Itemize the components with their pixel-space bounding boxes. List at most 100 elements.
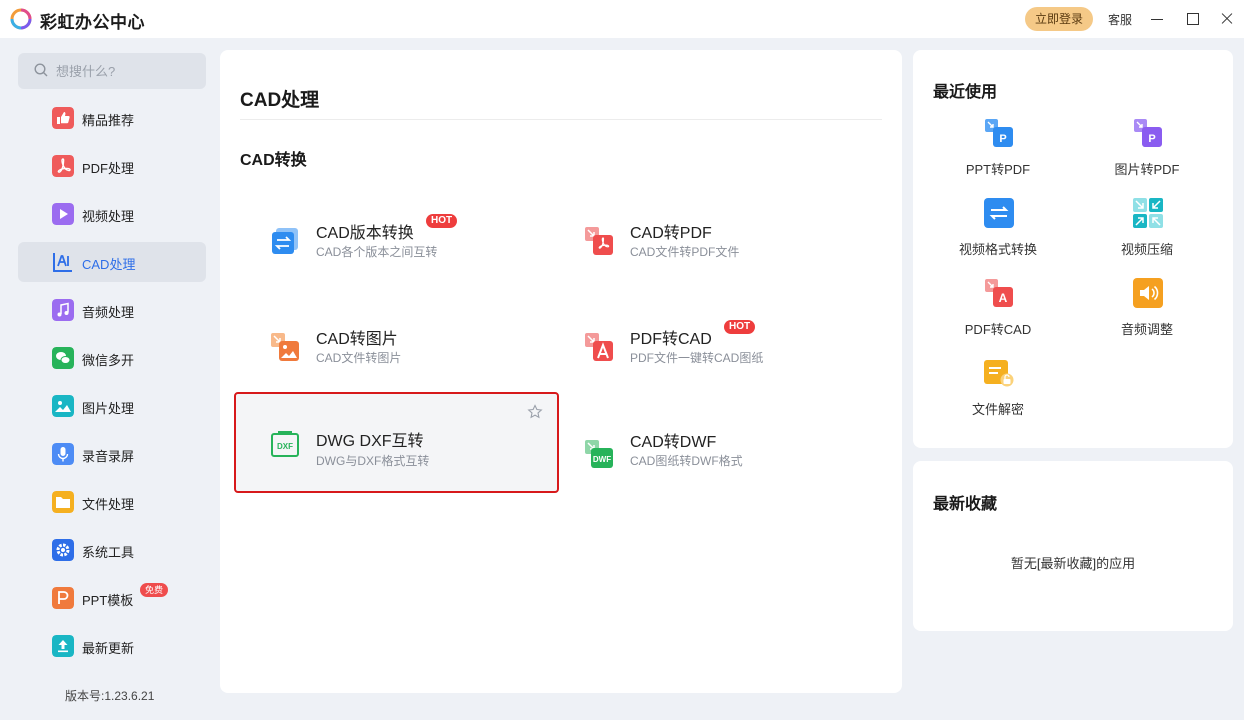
tool-cad-to-pdf[interactable]: CAD转PDF CAD文件转PDF文件 [550,194,872,292]
tool-cad-to-image[interactable]: CAD转图片 CAD文件转图片 [236,300,558,398]
image-to-pdf-icon-letter: P [1148,133,1155,145]
sidebar-item-cad[interactable]: CAD处理 [18,242,206,282]
sidebar-item-label: 系统工具 [82,545,135,560]
app-title: 彩虹办公中心 [40,13,145,32]
dwg-dxf-icon: DXF [271,431,299,457]
page-title: CAD处理 [240,90,320,111]
tool-dwg-dxf-convert[interactable]: DXF DWG DXF互转 DWG与DXF格式互转 [234,392,559,493]
file-decrypt-icon [984,360,1014,387]
sidebar-item-ppt[interactable]: PPT模板 免费 [18,578,206,618]
cad-icon [53,253,72,272]
upload-icon [52,635,74,657]
recent-item-image-to-pdf[interactable]: P 图片转PDF [1082,118,1212,188]
pdf-to-cad-icon [585,333,613,361]
free-badge: 免费 [140,583,169,597]
tool-name: PDF转CAD [630,331,712,348]
divider [240,119,882,120]
image-to-pdf-icon: P [1134,119,1162,147]
close-icon[interactable] [1217,9,1237,29]
video-compress-icon [1133,198,1163,228]
tool-name: DWG DXF互转 [316,433,424,450]
sidebar-item-label: PPT模板 [82,593,134,608]
sidebar-item-system[interactable]: 系统工具 [18,530,206,570]
gear-icon [52,539,74,561]
minimize-icon[interactable] [1147,9,1167,29]
hot-badge: HOT [724,320,756,334]
maximize-icon[interactable] [1182,9,1202,29]
sidebar-item-video[interactable]: 视频处理 [18,194,206,234]
title-bar: 彩虹办公中心 立即登录 客服 [0,0,1244,38]
sidebar-item-audio[interactable]: 音频处理 [18,290,206,330]
tool-description: DWG与DXF格式互转 [316,454,430,468]
sidebar-item-wechat[interactable]: 微信多开 [18,338,206,378]
sidebar-item-image[interactable]: 图片处理 [18,386,206,426]
recent-item-label: 文件解密 [971,402,1024,417]
favorites-title: 最新收藏 [933,496,998,513]
sidebar-item-label: 视频处理 [82,209,135,224]
play-icon [52,203,74,225]
search-box[interactable] [18,53,206,89]
ppt-to-pdf-icon-letter: P [999,133,1006,145]
tool-description: PDF文件一键转CAD图纸 [630,351,764,365]
sidebar-item-pdf[interactable]: PDF处理 [18,146,206,186]
recent-item-label: 视频格式转换 [958,242,1037,257]
sidebar-item-label: 最新更新 [82,641,135,656]
cad-to-pdf-icon [585,227,613,255]
customer-service-button[interactable]: 客服 [1108,11,1132,28]
star-icon[interactable] [527,404,543,420]
cad-to-dwf-icon: DWF [585,440,613,468]
dwf-icon-text: DWF [593,455,611,464]
thumbs-up-icon [52,107,74,129]
sidebar-item-label: 音频处理 [82,305,135,320]
pdf-to-cad-icon-letter: A [999,291,1008,305]
search-icon [34,63,48,77]
tool-cad-version-convert[interactable]: CAD版本转换 HOT CAD各个版本之间互转 [236,194,558,292]
tool-name: CAD转PDF [630,225,712,242]
recent-item-video-compress[interactable]: 视频压缩 [1082,198,1212,268]
sidebar-item-label: 图片处理 [82,401,135,416]
tool-cad-to-dwf[interactable]: DWF CAD转DWF CAD图纸转DWF格式 [550,407,872,505]
sidebar-item-label: 文件处理 [82,497,135,512]
pdf-to-cad-icon: A [985,279,1013,307]
search-input[interactable] [56,61,196,81]
favorites-panel: 最新收藏 暂无[最新收藏]的应用 [913,461,1233,631]
recent-item-label: 音频调整 [1120,322,1173,337]
tool-name: CAD版本转换 [316,225,414,242]
recent-item-audio-adjust[interactable]: 音频调整 [1082,278,1212,348]
dxf-icon-text: DXF [277,442,293,451]
sidebar-item-label: 精品推荐 [82,113,135,128]
sidebar-item-update[interactable]: 最新更新 [18,626,206,666]
image-icon [52,395,74,417]
microphone-icon [52,443,74,465]
tool-description: CAD文件转PDF文件 [630,245,740,259]
tool-pdf-to-cad[interactable]: PDF转CAD HOT PDF文件一键转CAD图纸 [550,300,872,398]
main-panel: CAD处理 CAD转换 CAD版本转换 HOT CAD各个版本之间互转 CAD转… [220,50,902,693]
tool-name: CAD转DWF [630,434,717,451]
login-button[interactable]: 立即登录 [1025,7,1093,31]
music-icon [52,299,74,321]
sidebar-item-label: 录音录屏 [82,449,135,464]
recent-item-ppt-to-pdf[interactable]: P PPT转PDF [933,118,1063,188]
recent-panel: 最近使用 P PPT转PDF P 图片转PDF 视频格式转换 视频压缩 A PD… [913,50,1233,448]
audio-adjust-icon [1133,278,1163,308]
pdf-icon [52,155,74,177]
sidebar-item-label: CAD处理 [82,257,136,272]
sidebar-item-record[interactable]: 录音录屏 [18,434,206,474]
tool-description: CAD文件转图片 [316,351,402,365]
cad-to-image-icon [271,333,299,361]
recent-item-video-convert[interactable]: 视频格式转换 [933,198,1063,268]
app-logo-icon [10,8,32,30]
recent-item-pdf-to-cad[interactable]: A PDF转CAD [933,278,1063,348]
sidebar-item-recommend[interactable]: 精品推荐 [18,98,206,138]
section-title: CAD转换 [240,152,307,169]
recent-item-file-decrypt[interactable]: 文件解密 [933,358,1063,428]
sidebar-item-file[interactable]: 文件处理 [18,482,206,522]
hot-badge: HOT [426,214,458,228]
tool-description: CAD图纸转DWF格式 [630,454,743,468]
recent-item-label: PPT转PDF [965,162,1031,177]
sidebar-item-label: 微信多开 [82,353,135,368]
ppt-icon [52,587,74,609]
tool-name: CAD转图片 [316,331,398,348]
ppt-to-pdf-icon: P [985,119,1013,147]
recent-title: 最近使用 [933,84,998,101]
